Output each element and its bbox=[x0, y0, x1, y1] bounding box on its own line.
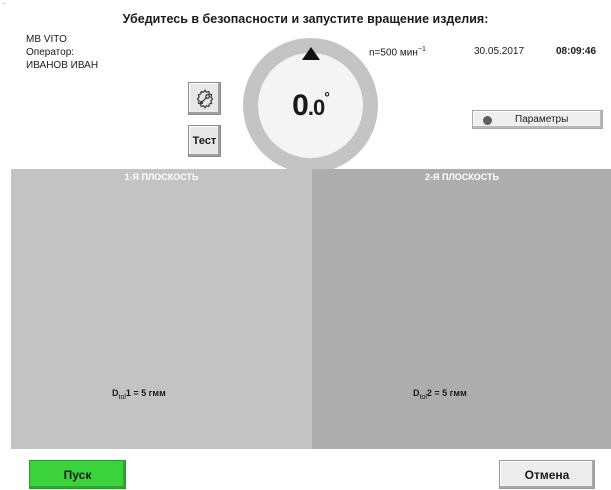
test-button[interactable]: Тест bbox=[188, 125, 221, 157]
rotation-speed: n=500 мин−1 bbox=[369, 46, 426, 58]
pointer-triangle-icon bbox=[302, 47, 320, 60]
start-button[interactable]: Пуск bbox=[29, 460, 126, 489]
plane-2-panel: 2-Я ПЛОСКОСТЬ Dtol2 = 5 гмм bbox=[312, 169, 611, 449]
operator-name: ИВАНОВ ИВАН bbox=[26, 60, 99, 71]
operator-label: Оператор: bbox=[26, 47, 75, 58]
plane-1-tolerance: Dtol1 = 5 гмм bbox=[112, 388, 166, 401]
tol-sub: tol bbox=[419, 393, 427, 401]
parameters-button[interactable]: Параметры bbox=[472, 110, 603, 129]
plane-1-title: 1-Я ПЛОСКОСТЬ bbox=[124, 172, 199, 182]
status-dot-icon bbox=[483, 116, 492, 125]
corner-mark: ˇ bbox=[3, 2, 6, 11]
plane-2-title: 2-Я ПЛОСКОСТЬ bbox=[425, 172, 499, 182]
parameters-label: Параметры bbox=[515, 114, 569, 125]
gear-wrench-icon bbox=[196, 88, 213, 109]
angle-frac: .0 bbox=[307, 94, 325, 120]
instruction-message: Убедитесь в безопасности и запустите вра… bbox=[122, 12, 489, 26]
cancel-button[interactable]: Отмена bbox=[499, 460, 595, 489]
plane-2-tolerance: Dtol2 = 5 гмм bbox=[413, 388, 467, 401]
plane-1-panel: 1-Я ПЛОСКОСТЬ Dtol1 = 5 гмм bbox=[11, 169, 312, 449]
settings-button[interactable] bbox=[188, 82, 221, 115]
date: 30.05.2017 bbox=[474, 46, 525, 57]
tol-value: 1 = 5 гмм bbox=[125, 388, 166, 398]
angle-unit: ° bbox=[324, 88, 330, 105]
angle-gauge: 0.0° bbox=[258, 53, 363, 158]
vehicle-model: MB VITO bbox=[26, 34, 67, 45]
tol-value: 2 = 5 гмм bbox=[426, 388, 467, 398]
angle-readout: 0.0° bbox=[292, 88, 330, 123]
time: 08:09:46 bbox=[556, 46, 597, 57]
angle-int: 0 bbox=[292, 88, 309, 122]
tol-sub: tol bbox=[118, 393, 126, 401]
speed-unit-sup: −1 bbox=[417, 46, 426, 53]
speed-text: n=500 мин bbox=[369, 47, 418, 59]
